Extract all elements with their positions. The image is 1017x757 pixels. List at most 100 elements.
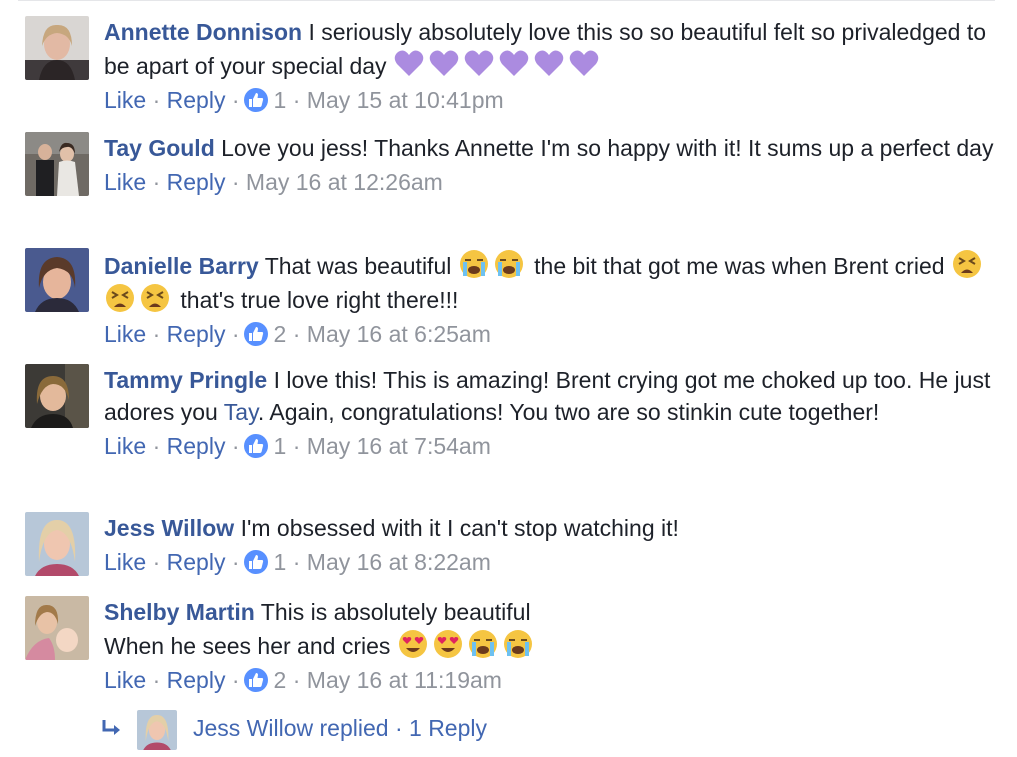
like-link[interactable]: Like [104, 549, 146, 575]
timestamp[interactable]: May 16 at 8:22am [307, 549, 491, 575]
avatar[interactable] [25, 364, 89, 428]
reaction-count[interactable]: 1 [274, 549, 287, 575]
comment-author[interactable]: Shelby Martin [104, 599, 255, 625]
avatar[interactable] [25, 512, 89, 576]
purple-heart-icon [393, 48, 425, 80]
separator: · [152, 321, 161, 347]
avatar[interactable] [25, 16, 89, 80]
separator: · [292, 321, 301, 347]
comment-actions: Like · Reply · 1 · May 16 at 7:54am [104, 430, 995, 462]
comment-actions: Like · Reply · 2 · May 16 at 6:25am [104, 318, 995, 350]
replies-author[interactable]: Jess Willow replied [193, 715, 389, 741]
comment-author[interactable]: Tammy Pringle [104, 367, 267, 393]
replies-count[interactable]: 1 Reply [409, 715, 487, 741]
thumbs-up-icon[interactable] [243, 668, 268, 692]
comment-body: . Again, congratulations! You two are so… [257, 399, 880, 425]
reply-arrow-icon [102, 720, 120, 735]
avatar[interactable] [25, 596, 89, 660]
like-link[interactable]: Like [104, 87, 146, 113]
separator: · [152, 549, 161, 575]
reaction-count[interactable]: 1 [274, 433, 287, 459]
separator: · [292, 549, 301, 575]
reply-link[interactable]: Reply [167, 667, 226, 693]
comment-actions: Like · Reply · 1 · May 16 at 8:22am [104, 546, 995, 578]
like-link[interactable]: Like [104, 321, 146, 347]
purple-heart-icon [533, 48, 565, 80]
reply-link[interactable]: Reply [167, 433, 226, 459]
replies-summary[interactable]: Jess Willow replied · 1 Reply [193, 712, 487, 744]
timestamp[interactable]: May 16 at 11:19am [307, 667, 502, 693]
timestamp[interactable]: May 16 at 7:54am [307, 433, 491, 459]
reply-link[interactable]: Reply [167, 549, 226, 575]
comment-author[interactable]: Tay Gould [104, 135, 215, 161]
comment-body: That was beautiful [264, 253, 452, 279]
comment-actions: Like · Reply · 2 · May 16 at 11:19am [104, 664, 995, 696]
comment-text: Tay Gould Love you jess! Thanks Annette … [104, 132, 995, 164]
tired-face-icon [139, 282, 171, 314]
separator: · [231, 321, 240, 347]
separator: · [292, 433, 301, 459]
comment-text: Jess Willow I'm obsessed with it I can't… [104, 512, 995, 544]
comment-body: When he sees her and cries [104, 633, 391, 659]
separator: · [152, 87, 161, 113]
like-link[interactable]: Like [104, 433, 146, 459]
tired-face-icon [951, 248, 983, 280]
view-replies-link[interactable]: Jess Willow replied · 1 Reply [100, 706, 700, 752]
loudly-crying-face-icon [458, 248, 490, 280]
purple-heart-icon [428, 48, 460, 80]
tired-face-icon [104, 282, 136, 314]
timestamp[interactable]: May 16 at 6:25am [307, 321, 491, 347]
comment-text: Annette Donnison I seriously absolutely … [104, 16, 995, 82]
loudly-crying-face-icon [502, 628, 534, 660]
avatar[interactable] [25, 132, 89, 196]
reaction-count[interactable]: 2 [274, 667, 287, 693]
comment-author[interactable]: Annette Donnison [104, 19, 302, 45]
comment-text: Shelby Martin This is absolutely beautif… [104, 596, 995, 662]
comment-text: Danielle Barry That was beautiful the bi… [104, 248, 995, 316]
like-link[interactable]: Like [104, 169, 146, 195]
comment-body: the bit that got me was when Brent cried [534, 253, 945, 279]
separator: · [231, 549, 240, 575]
purple-heart-icon [568, 48, 600, 80]
mention-link[interactable]: Tay [224, 399, 258, 425]
top-divider [18, 0, 995, 1]
comment-body: This is absolutely beautiful [260, 599, 531, 625]
comment-text: Tammy Pringle I love this! This is amazi… [104, 364, 995, 428]
avatar[interactable] [137, 710, 177, 750]
separator: · [152, 667, 161, 693]
separator: · [231, 169, 240, 195]
thumbs-up-icon[interactable] [243, 434, 268, 458]
separator: · [231, 87, 240, 113]
timestamp[interactable]: May 16 at 12:26am [246, 169, 443, 195]
heart-eyes-face-icon [432, 628, 464, 660]
purple-heart-icon [463, 48, 495, 80]
heart-eyes-face-icon [397, 628, 429, 660]
separator: · [231, 667, 240, 693]
loudly-crying-face-icon [493, 248, 525, 280]
thumbs-up-icon[interactable] [243, 88, 268, 112]
thumbs-up-icon[interactable] [243, 550, 268, 574]
separator: · [292, 667, 301, 693]
separator: · [292, 87, 301, 113]
reaction-count[interactable]: 2 [274, 321, 287, 347]
separator: · [394, 715, 403, 741]
reaction-count[interactable]: 1 [274, 87, 287, 113]
emoji-group [397, 630, 537, 659]
thumbs-up-icon[interactable] [243, 322, 268, 346]
reply-link[interactable]: Reply [167, 321, 226, 347]
avatar[interactable] [25, 248, 89, 312]
timestamp[interactable]: May 15 at 10:41pm [307, 87, 504, 113]
comment-body: Love you jess! Thanks Annette I'm so hap… [221, 135, 994, 161]
reply-link[interactable]: Reply [167, 169, 226, 195]
separator: · [231, 433, 240, 459]
comment-actions: Like · Reply · May 16 at 12:26am [104, 166, 995, 198]
comment-author[interactable]: Danielle Barry [104, 253, 259, 279]
comment-actions: Like · Reply · 1 · May 15 at 10:41pm [104, 84, 995, 116]
emoji-group [393, 50, 603, 79]
loudly-crying-face-icon [467, 628, 499, 660]
comment-body: that's true love right there!!! [180, 287, 459, 313]
like-link[interactable]: Like [104, 667, 146, 693]
purple-heart-icon [498, 48, 530, 80]
reply-link[interactable]: Reply [167, 87, 226, 113]
comment-author[interactable]: Jess Willow [104, 515, 234, 541]
